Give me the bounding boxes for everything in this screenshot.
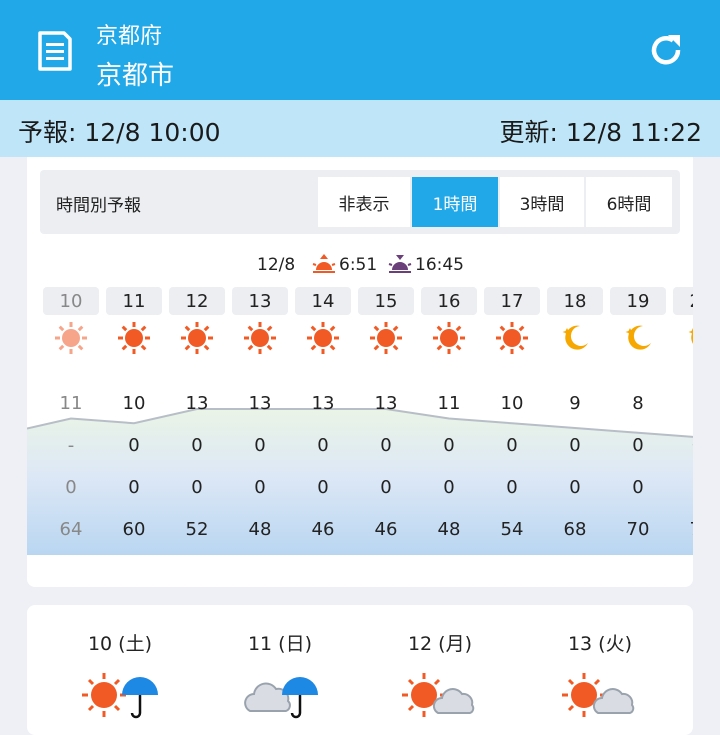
day-label: 12 (月) [407,633,473,655]
sunset-icon [388,255,412,273]
precip-probability-value: 0 [443,435,455,456]
hour-label: 13 [232,287,288,315]
sun-icon [433,322,465,354]
app-header: 京都府 京都市 [0,0,720,100]
forecast-time: 予報: 12/8 10:00 [18,118,221,147]
precipitation-value: 0 [671,477,693,498]
humidity-value: 46 [311,519,335,540]
humidity-value: 52 [185,519,209,540]
hour-label: 12 [169,287,225,315]
temperature-value: 10 [500,393,524,414]
info-bar: 予報: 12/8 10:00 更新: 12/8 11:22 [0,100,720,157]
sunrise-time: 6:51 [339,255,378,275]
hourly-grid: 10 11-0 64 11 10 0 0 60 12 13 0 0 52 13 13 0 0 48 14 13 0 0 46… [27,285,693,555]
sun-icon [370,322,402,354]
hour-label: 19 [610,287,666,315]
hour-label: 14 [295,287,351,315]
prefecture-name: 京都府 [96,24,163,49]
temperature-value: 11 [437,393,461,414]
humidity-value: 54 [500,519,524,540]
hour-label: 16 [421,287,477,315]
toggle-3hour[interactable]: 3時間 [500,177,584,227]
refresh-icon[interactable] [646,30,686,70]
updated-time: 更新: 12/8 11:22 [499,118,702,147]
precipitation-value: 0 [380,477,392,498]
humidity-value: 72 [671,519,693,540]
precip-probability-value: - [67,435,75,456]
forecast-date: 12/8 [257,255,296,275]
precip-probability-value: 0 [671,435,693,456]
precip-probability-value: 0 [632,435,644,456]
day-label: 13 (火) [567,633,633,655]
humidity-value: 68 [563,519,587,540]
precipitation-value: 0 [191,477,203,498]
temperature-value: 13 [311,393,335,414]
toggle-hide[interactable]: 非表示 [318,177,410,227]
precipitation-value: 0 [317,477,329,498]
precip-probability-value: 0 [254,435,266,456]
temperature-value: 9 [569,393,581,414]
precipitation-value: 0 [128,477,140,498]
precip-probability-value: 0 [506,435,518,456]
precip-probability-value: 0 [317,435,329,456]
list-menu-icon[interactable] [36,30,74,72]
toggle-6hour[interactable]: 6時間 [586,177,672,227]
humidity-value: 70 [626,519,650,540]
hourly-toggle-label: 時間別予報 [56,196,141,216]
temperature-value: 7 [671,393,693,414]
city-name: 京都市 [96,61,175,91]
hourly-toggle-bar: 時間別予報 非表示 1時間 3時間 6時間 [40,170,680,234]
moon-icon [625,325,651,350]
hour-label: 15 [358,287,414,315]
precip-probability-value: 0 [569,435,581,456]
precipitation-value: 0 [254,477,266,498]
temperature-value: 8 [632,393,644,414]
humidity-value: 48 [248,519,272,540]
sun-icon [55,322,87,354]
temperature-value: 10 [122,393,146,414]
sun-cloud-icon [402,673,475,717]
precipitation-value: 0 [65,477,77,498]
humidity-value: 46 [374,519,398,540]
sun-cloud-icon [562,673,635,717]
daily-forecast-card: 10 (土) 11 (日) 12 (月) 13 (火) [27,605,693,735]
hour-label: 17 [484,287,540,315]
sun-icon [244,322,276,354]
hour-label: 20 [673,287,693,315]
humidity-value: 64 [59,519,83,540]
temperature-value: 13 [185,393,209,414]
precipitation-value: 0 [569,477,581,498]
precip-probability-value: 0 [191,435,203,456]
temperature-value: 13 [248,393,272,414]
cloud-umbrella-icon [244,677,318,719]
sun-icon [181,322,213,354]
precipitation-value: 0 [506,477,518,498]
precip-probability-value: 0 [128,435,140,456]
sunset-time: 16:45 [415,255,464,275]
sun-icon [496,322,528,354]
precipitation-value: 0 [443,477,455,498]
temperature-value: 11 [59,393,83,414]
precip-probability-value: 0 [380,435,392,456]
sun-icon [118,322,150,354]
humidity-value: 60 [122,519,146,540]
hour-label: 11 [106,287,162,315]
moon-icon [562,325,588,350]
toggle-1hour[interactable]: 1時間 [412,177,498,227]
sun-umbrella-icon [82,673,158,719]
sunrise-icon [312,254,336,273]
moon-icon [688,328,693,344]
humidity-value: 48 [437,519,461,540]
precipitation-value: 0 [632,477,644,498]
hourly-forecast-card: 時間別予報 非表示 1時間 3時間 6時間 12/8 6:51 16:45 10… [27,157,693,587]
day-label: 10 (土) [87,633,153,655]
hour-label: 10 [43,287,99,315]
temperature-value: 13 [374,393,398,414]
sun-icon [307,322,339,354]
day-label: 11 (日) [247,633,313,655]
hour-label: 18 [547,287,603,315]
